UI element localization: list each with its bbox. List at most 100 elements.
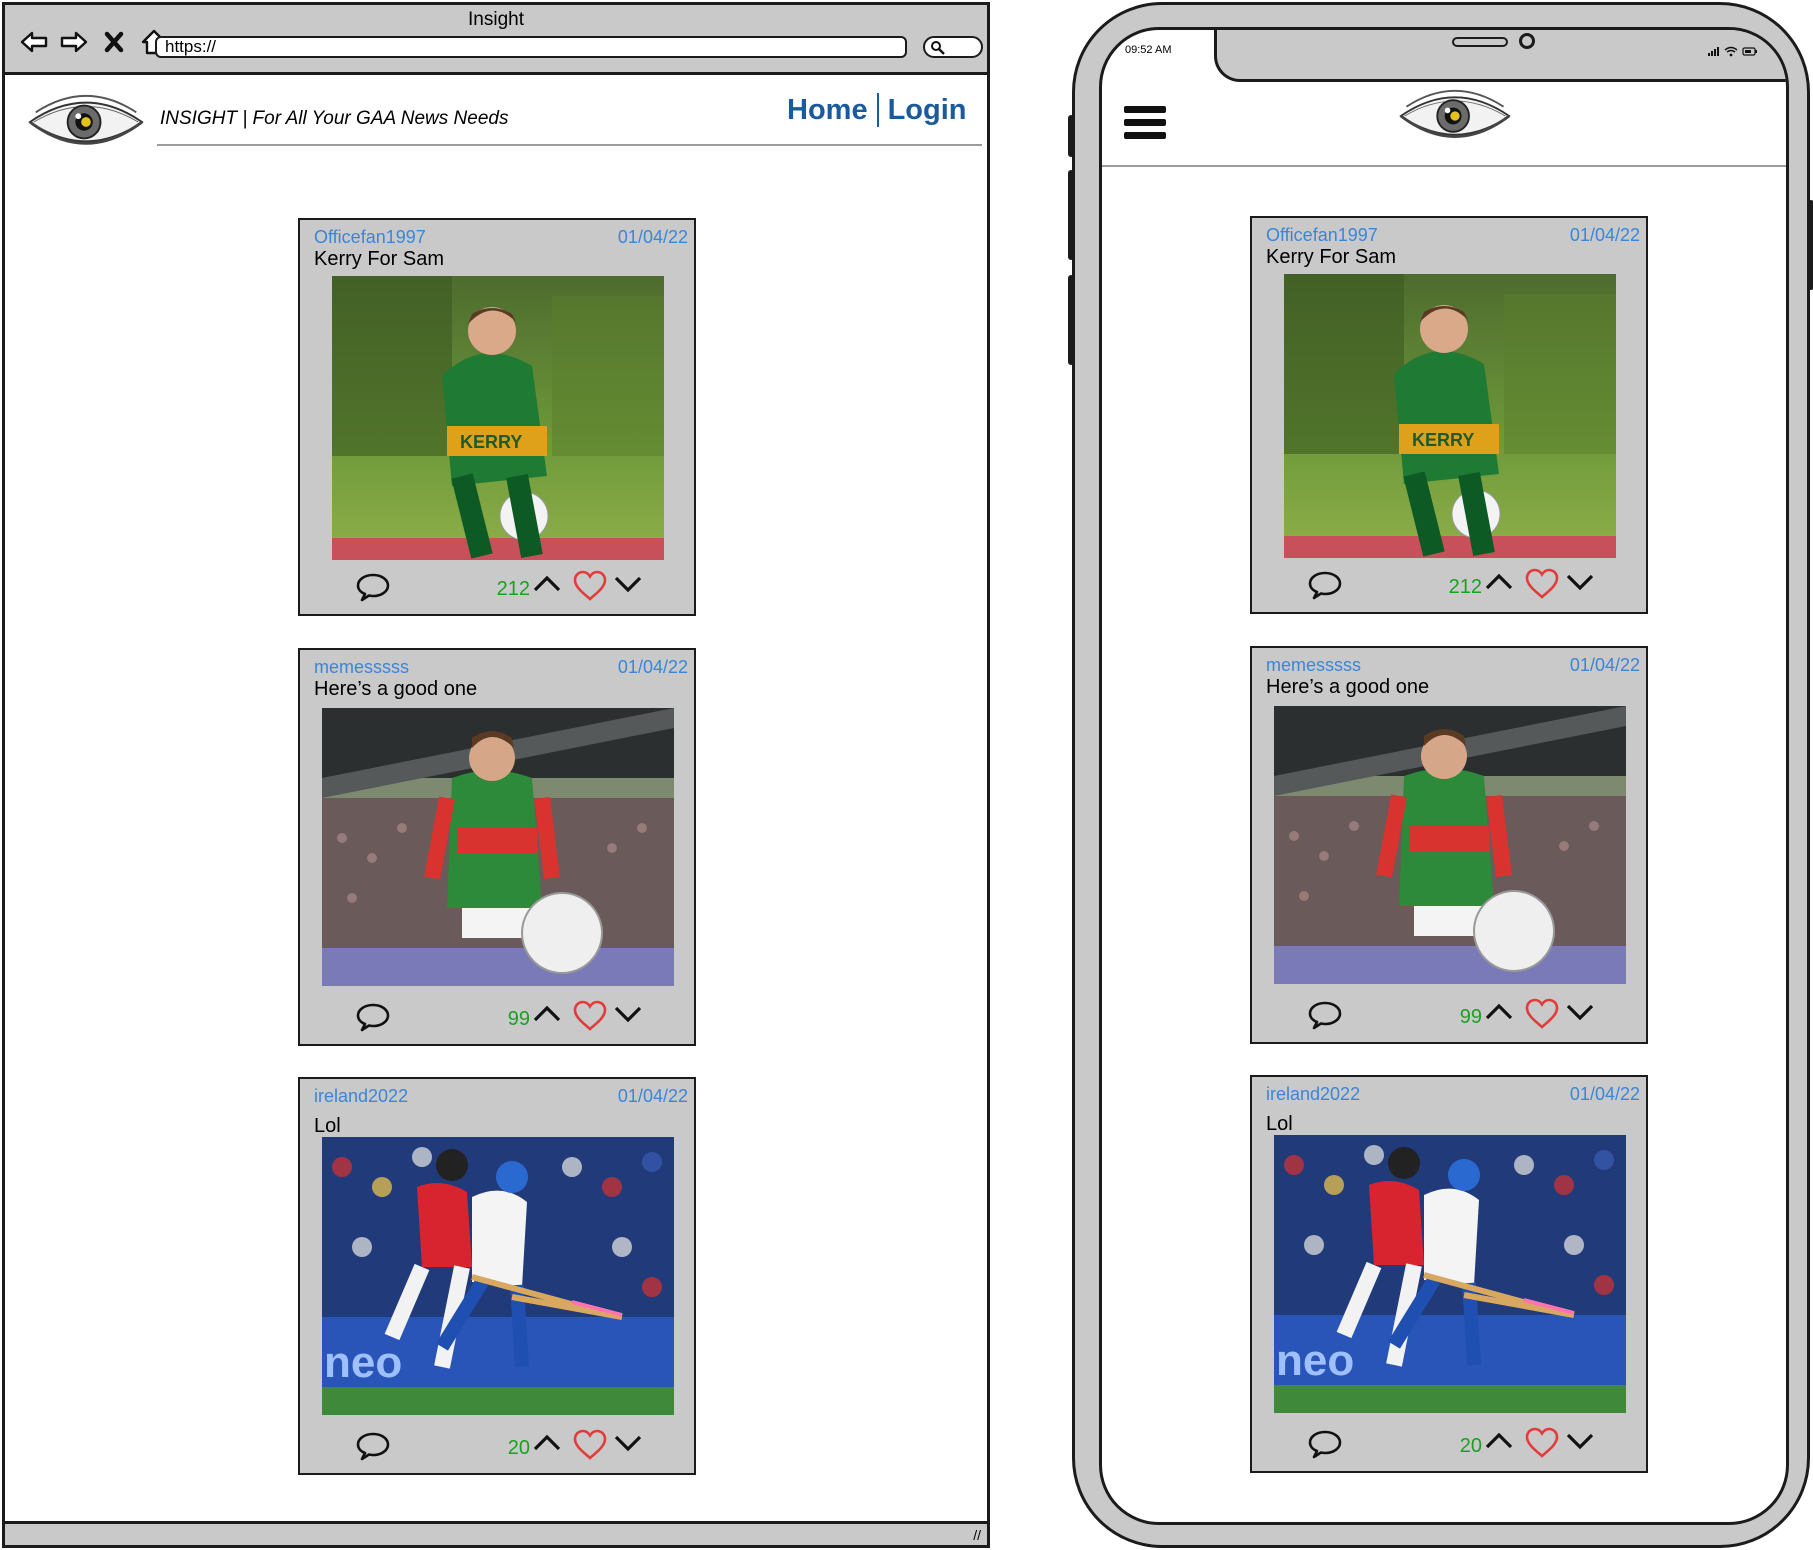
upvote-chevron-icon[interactable] — [533, 1004, 561, 1022]
vote-count: 212 — [1448, 576, 1482, 598]
post-username[interactable]: memesssss — [314, 657, 409, 678]
comment-icon[interactable] — [355, 1002, 391, 1032]
vote-count: 212 — [496, 578, 530, 600]
browser-nav-icons — [19, 27, 169, 62]
post-actions: 20 — [300, 1421, 694, 1473]
post-card[interactable]: ireland2022 01/04/22 Lol neo 20 — [298, 1077, 696, 1475]
heart-icon[interactable] — [572, 570, 608, 602]
svg-text:KERRY: KERRY — [1412, 430, 1474, 450]
post-username[interactable]: ireland2022 — [314, 1086, 408, 1107]
volume-button — [1068, 115, 1074, 157]
post-date: 01/04/22 — [617, 1086, 688, 1106]
post-title: Lol — [314, 1115, 341, 1137]
heart-icon[interactable] — [572, 1429, 608, 1461]
post-title: Kerry For Sam — [314, 248, 445, 270]
downvote-chevron-icon[interactable] — [1566, 1433, 1594, 1451]
post-date: 01/04/22 — [1569, 225, 1640, 245]
nav-login-link[interactable]: Login — [888, 94, 967, 127]
site-header: INSIGHT | For All Your GAA News Needs Ho… — [5, 75, 987, 155]
speaker-grille — [1452, 37, 1508, 47]
post-date: 01/04/22 — [617, 657, 688, 677]
eye-icon[interactable] — [27, 93, 145, 151]
browser-chrome: Insight https:// — [5, 5, 987, 75]
upvote-chevron-icon[interactable] — [533, 1433, 561, 1451]
phone-screen: 09:52 AM Officefan1997 01/04/22 Kerry Fo… — [1099, 27, 1789, 1525]
volume-button — [1068, 170, 1074, 260]
heart-icon[interactable] — [1524, 998, 1560, 1030]
battery-icon — [1742, 47, 1757, 56]
close-icon[interactable] — [99, 27, 129, 62]
post-username[interactable]: Officefan1997 — [1266, 225, 1378, 246]
post-actions: 99 — [1252, 990, 1646, 1042]
browser-search-button[interactable] — [923, 36, 983, 58]
post-title: Kerry For Sam — [1266, 246, 1397, 268]
volume-button — [1068, 275, 1074, 365]
post-username[interactable]: ireland2022 — [1266, 1084, 1360, 1105]
nav-divider — [876, 93, 879, 127]
post-image[interactable]: KERRY — [332, 276, 664, 560]
post-image[interactable]: neo — [322, 1137, 674, 1415]
post-title: Here’s a good one — [314, 678, 478, 700]
eye-icon[interactable] — [1396, 88, 1514, 144]
upvote-chevron-icon[interactable] — [1485, 572, 1513, 590]
post-image[interactable] — [1274, 706, 1626, 984]
downvote-chevron-icon[interactable] — [1566, 1004, 1594, 1022]
status-time: 09:52 AM — [1125, 44, 1172, 56]
back-icon[interactable] — [19, 27, 49, 62]
svg-text:KERRY: KERRY — [460, 432, 522, 452]
header-divider — [1102, 165, 1786, 167]
comment-icon[interactable] — [1307, 1429, 1343, 1459]
phone-notch — [1214, 30, 1786, 82]
nav-home-link[interactable]: Home — [787, 94, 868, 127]
heart-icon[interactable] — [1524, 1427, 1560, 1459]
resize-grip-icon[interactable]: // — [973, 1527, 981, 1543]
comment-icon[interactable] — [1307, 1000, 1343, 1030]
comment-icon[interactable] — [355, 572, 391, 602]
vote-count: 99 — [1459, 1006, 1482, 1028]
comment-icon[interactable] — [355, 1431, 391, 1461]
post-image[interactable]: neo — [1274, 1135, 1626, 1413]
post-username[interactable]: Officefan1997 — [314, 227, 426, 248]
heart-icon[interactable] — [572, 1000, 608, 1032]
post-card[interactable]: memesssss 01/04/22 Here’s a good one 99 — [1250, 646, 1648, 1044]
header-divider — [157, 144, 982, 146]
wifi-icon — [1724, 46, 1738, 57]
url-input[interactable]: https:// — [155, 36, 907, 58]
post-title: Here’s a good one — [1266, 676, 1430, 698]
downvote-chevron-icon[interactable] — [614, 1006, 642, 1024]
post-actions: 20 — [1252, 1419, 1646, 1471]
heart-icon[interactable] — [1524, 568, 1560, 600]
power-button — [1808, 200, 1813, 290]
site-tagline: INSIGHT | For All Your GAA News Needs — [160, 108, 509, 129]
post-actions: 99 — [300, 992, 694, 1044]
post-actions: 212 — [1252, 560, 1646, 612]
browser-status-bar: // — [5, 1521, 987, 1545]
post-date: 01/04/22 — [1569, 655, 1640, 675]
forward-icon[interactable] — [59, 27, 89, 62]
post-date: 01/04/22 — [617, 227, 688, 247]
svg-text:neo: neo — [1276, 1336, 1354, 1385]
post-card[interactable]: Officefan1997 01/04/22 Kerry For Sam KER… — [1250, 216, 1648, 614]
upvote-chevron-icon[interactable] — [533, 574, 561, 592]
post-card[interactable]: memesssss 01/04/22 Here’s a good one 99 — [298, 648, 696, 1046]
post-card[interactable]: Officefan1997 01/04/22 Kerry For Sam KER… — [298, 218, 696, 616]
post-title: Lol — [1266, 1113, 1293, 1135]
post-card[interactable]: ireland2022 01/04/22 Lol neo 20 — [1250, 1075, 1648, 1473]
downvote-chevron-icon[interactable] — [1566, 574, 1594, 592]
signal-icon — [1708, 47, 1719, 56]
upvote-chevron-icon[interactable] — [1485, 1431, 1513, 1449]
post-image[interactable]: KERRY — [1284, 274, 1616, 558]
vote-count: 20 — [1459, 1435, 1482, 1457]
post-image[interactable] — [322, 708, 674, 986]
comment-icon[interactable] — [1307, 570, 1343, 600]
desktop-browser-window: Insight https:// INSIGHT | For All Your … — [2, 2, 990, 1548]
svg-text:neo: neo — [324, 1338, 402, 1387]
downvote-chevron-icon[interactable] — [614, 1435, 642, 1453]
vote-count: 99 — [507, 1008, 530, 1030]
downvote-chevron-icon[interactable] — [614, 576, 642, 594]
post-date: 01/04/22 — [1569, 1084, 1640, 1104]
hamburger-menu-icon[interactable] — [1124, 106, 1166, 142]
upvote-chevron-icon[interactable] — [1485, 1002, 1513, 1020]
post-username[interactable]: memesssss — [1266, 655, 1361, 676]
vote-count: 20 — [507, 1437, 530, 1459]
